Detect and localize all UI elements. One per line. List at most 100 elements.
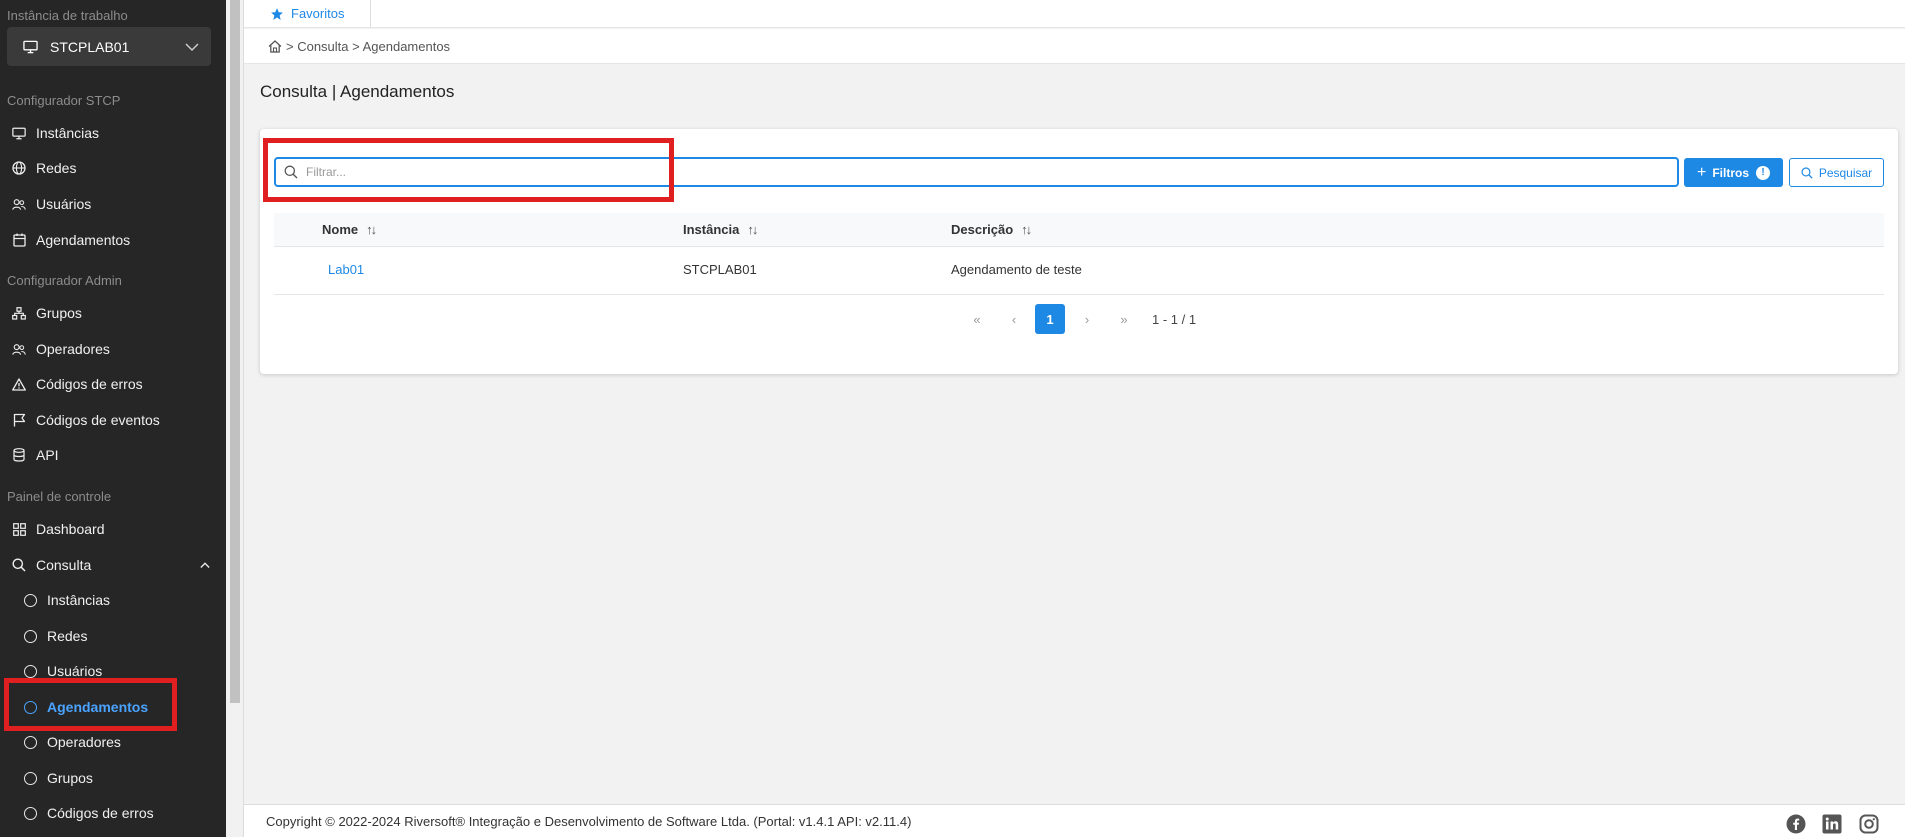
section-configurador-stcp: Configurador STCP <box>7 93 121 108</box>
sidebar-item-label: Agendamentos <box>47 699 149 715</box>
pagination: « ‹ 1 › » 1 - 1 / 1 <box>260 304 1898 334</box>
favorites-label: Favoritos <box>291 6 345 21</box>
circle-icon <box>24 806 37 820</box>
column-label: Nome <box>322 222 359 237</box>
sidebar-scrollbar-thumb[interactable] <box>230 0 240 703</box>
sidebar-item-api[interactable]: API <box>0 439 226 471</box>
sidebar-item-redes[interactable]: Redes <box>0 152 226 184</box>
prev-page-button[interactable]: ‹ <box>999 304 1029 334</box>
filter-input[interactable] <box>306 165 1630 179</box>
sidebar-item-instancias[interactable]: Instâncias <box>0 117 226 149</box>
next-page-button[interactable]: › <box>1072 304 1102 334</box>
sidebar-item-label: Consulta <box>36 557 92 573</box>
warning-icon <box>12 377 26 391</box>
globe-icon <box>12 161 26 175</box>
copyright-text: Copyright © 2022-2024 Riversoft® Integra… <box>266 813 912 829</box>
page-title: Consulta | Agendamentos <box>260 82 455 101</box>
footer: Copyright © 2022-2024 Riversoft® Integra… <box>244 804 1905 837</box>
topbar: Favoritos <box>244 0 1905 28</box>
sidebar-subitem-redes[interactable]: Redes <box>0 620 226 652</box>
search-button[interactable]: Pesquisar <box>1789 158 1884 187</box>
sidebar-subitem-agendamentos[interactable]: Agendamentos <box>0 691 226 723</box>
page-button-current[interactable]: 1 <box>1035 304 1065 334</box>
chevron-down-icon <box>185 42 199 51</box>
last-page-button[interactable]: » <box>1109 304 1139 334</box>
search-button-label: Pesquisar <box>1818 165 1873 180</box>
pagination-info: 1 - 1 / 1 <box>1152 312 1197 327</box>
calendar-icon <box>12 233 26 247</box>
sidebar-item-operadores[interactable]: Operadores <box>0 333 226 365</box>
column-header-nome[interactable]: Nome ↑↓ <box>322 222 377 237</box>
sidebar-item-usuarios[interactable]: Usuários <box>0 188 226 220</box>
sort-icon[interactable]: ↑↓ <box>747 222 758 237</box>
cell-instancia: STCPLAB01 <box>683 262 757 277</box>
sidebar-subitem-grupos[interactable]: Grupos <box>0 762 226 794</box>
cell-nome-link[interactable]: Lab01 <box>328 262 364 277</box>
sidebar-subitem-instancias[interactable]: Instâncias <box>0 584 226 616</box>
section-configurador-admin: Configurador Admin <box>7 273 122 288</box>
instance-select[interactable]: STCPLAB01 <box>7 27 211 66</box>
sidebar-item-label: Redes <box>36 160 77 176</box>
database-icon <box>12 448 26 462</box>
sidebar-item-label: Instâncias <box>36 125 100 141</box>
table-header: Nome ↑↓ Instância ↑↓ Descrição ↑↓ <box>274 213 1884 247</box>
linkedin-icon[interactable] <box>1822 814 1842 834</box>
sidebar-item-label: Códigos de erros <box>36 376 143 392</box>
search-icon <box>284 165 298 179</box>
column-header-descricao[interactable]: Descrição ↑↓ <box>951 222 1032 237</box>
circle-icon <box>24 771 37 785</box>
sidebar-item-agendamentos[interactable]: Agendamentos <box>0 224 226 256</box>
star-icon <box>271 7 283 20</box>
search-icon <box>1801 166 1813 179</box>
filters-badge: ! <box>1756 165 1770 180</box>
filter-field[interactable] <box>274 157 1679 187</box>
sidebar-subitem-usuarios[interactable]: Usuários <box>0 655 226 687</box>
circle-icon <box>24 700 37 714</box>
sidebar-item-label: Instâncias <box>47 592 111 608</box>
search-icon <box>12 558 26 572</box>
sidebar-item-label: Códigos de eventos <box>36 412 160 428</box>
filters-label: Filtros <box>1712 165 1749 180</box>
sidebar-item-label: API <box>36 447 59 463</box>
sidebar-subitem-codigos-de-erros[interactable]: Códigos de erros <box>0 797 226 829</box>
sidebar-item-label: Operadores <box>36 341 110 357</box>
grid-icon <box>12 522 26 536</box>
users-icon <box>12 197 26 211</box>
sidebar-item-grupos[interactable]: Grupos <box>0 297 226 329</box>
sidebar-item-codigos-de-eventos[interactable]: Códigos de eventos <box>0 404 226 436</box>
sidebar-item-label: Agendamentos <box>36 232 131 248</box>
sidebar-item-codigos-de-erros[interactable]: Códigos de erros <box>0 368 226 400</box>
favorites-link[interactable]: Favoritos <box>244 0 372 27</box>
instagram-icon[interactable] <box>1859 814 1879 834</box>
sort-icon[interactable]: ↑↓ <box>366 222 377 237</box>
cell-descricao: Agendamento de teste <box>951 262 1082 277</box>
home-icon[interactable] <box>268 39 282 53</box>
circle-icon <box>24 735 37 749</box>
first-page-button[interactable]: « <box>962 304 992 334</box>
instance-select-value: STCPLAB01 <box>50 38 130 55</box>
facebook-icon[interactable] <box>1786 814 1806 834</box>
breadcrumb-text: > Consulta > Agendamentos <box>286 38 451 54</box>
sidebar-item-consulta[interactable]: Consulta <box>0 549 226 581</box>
sidebar-item-dashboard[interactable]: Dashboard <box>0 513 226 545</box>
sidebar-item-label: Grupos <box>36 305 82 321</box>
column-header-instancia[interactable]: Instância ↑↓ <box>683 222 758 237</box>
table-row[interactable]: Lab01 STCPLAB01 Agendamento de teste <box>274 247 1884 295</box>
sidebar-scrollbar[interactable] <box>226 0 244 837</box>
sidebar-item-label: Dashboard <box>36 521 105 537</box>
column-label: Instância <box>683 222 740 237</box>
sitemap-icon <box>12 306 26 320</box>
chevron-up-icon <box>200 562 210 568</box>
monitor-icon <box>23 40 38 53</box>
sidebar-subitem-operadores[interactable]: Operadores <box>0 726 226 758</box>
sidebar-item-label: Usuários <box>36 196 92 212</box>
circle-icon <box>24 664 37 678</box>
filters-button[interactable]: + Filtros ! <box>1684 158 1783 187</box>
circle-icon <box>24 593 37 607</box>
flag-icon <box>12 413 26 427</box>
circle-icon <box>24 629 37 643</box>
breadcrumb: > Consulta > Agendamentos <box>244 29 1905 64</box>
section-painel-de-controle: Painel de controle <box>7 489 112 504</box>
sort-icon[interactable]: ↑↓ <box>1021 222 1032 237</box>
sidebar: Instância de trabalho STCPLAB01 Configur… <box>0 0 226 837</box>
